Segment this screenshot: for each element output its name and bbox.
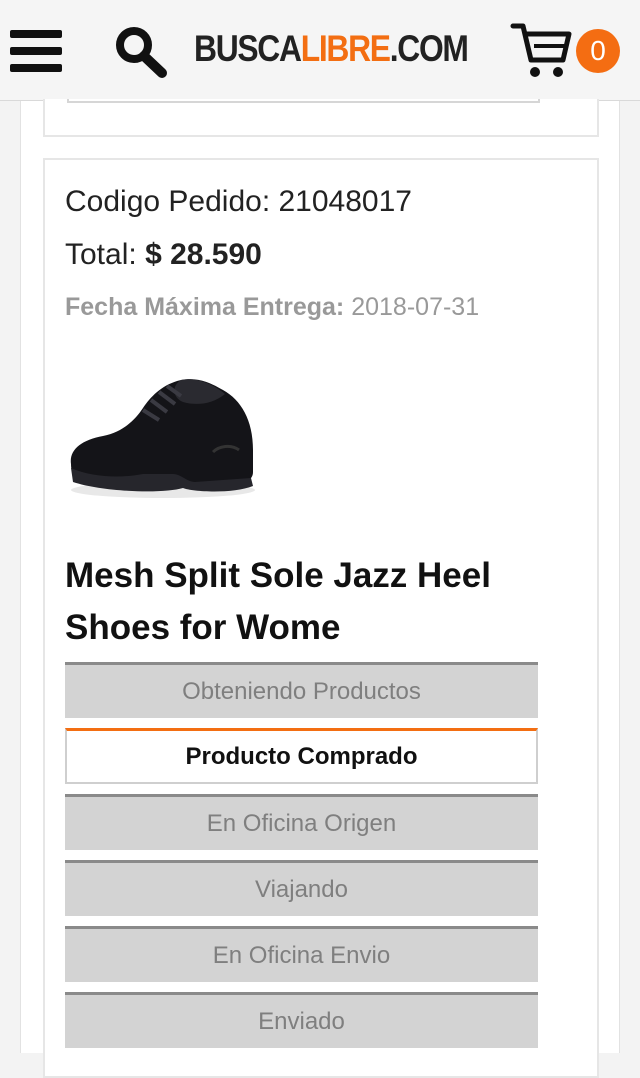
status-step-obteniendo-productos: Obteniendo Productos xyxy=(65,662,538,718)
delivery-date-value: 2018-07-31 xyxy=(351,293,480,321)
order-status-tracker: Obteniendo Productos Producto Comprado E… xyxy=(65,662,538,1058)
order-code-label: Codigo Pedido: xyxy=(65,185,271,218)
cart-icon[interactable] xyxy=(510,20,572,82)
logo-text-busca: BUSCA xyxy=(194,28,302,69)
site-logo[interactable]: BUSCALIBRE.COM xyxy=(194,28,469,70)
site-header: BUSCALIBRE.COM 0 xyxy=(0,0,640,101)
order-code-value: 21048017 xyxy=(278,185,412,218)
previous-order-step xyxy=(67,99,540,103)
search-icon[interactable] xyxy=(113,25,169,79)
status-step-en-oficina-envio: En Oficina Envio xyxy=(65,926,538,982)
product-image[interactable] xyxy=(63,360,263,510)
order-code: Codigo Pedido: 21048017 xyxy=(65,185,412,219)
cart-count-badge[interactable]: 0 xyxy=(576,29,620,73)
order-total: Total: $ 28.590 xyxy=(65,238,262,272)
logo-text-libre: LIBRE xyxy=(300,28,391,69)
previous-order-card xyxy=(43,99,599,137)
order-total-label: Total: xyxy=(65,238,137,271)
status-step-producto-comprado: Producto Comprado xyxy=(65,728,538,784)
delivery-date: Fecha Máxima Entrega: 2018-07-31 xyxy=(65,293,479,322)
delivery-date-label: Fecha Máxima Entrega: xyxy=(65,293,345,321)
status-step-enviado: Enviado xyxy=(65,992,538,1048)
hamburger-icon[interactable] xyxy=(10,30,62,72)
product-title[interactable]: Mesh Split Sole Jazz Heel Shoes for Wome xyxy=(65,550,565,654)
order-card: Codigo Pedido: 21048017 Total: $ 28.590 … xyxy=(43,158,599,1078)
logo-text-com: .COM xyxy=(389,28,469,69)
status-step-en-oficina-origen: En Oficina Origen xyxy=(65,794,538,850)
main-panel: Codigo Pedido: 21048017 Total: $ 28.590 … xyxy=(20,99,620,1078)
order-total-value: $ 28.590 xyxy=(145,238,262,271)
status-step-viajando: Viajando xyxy=(65,860,538,916)
